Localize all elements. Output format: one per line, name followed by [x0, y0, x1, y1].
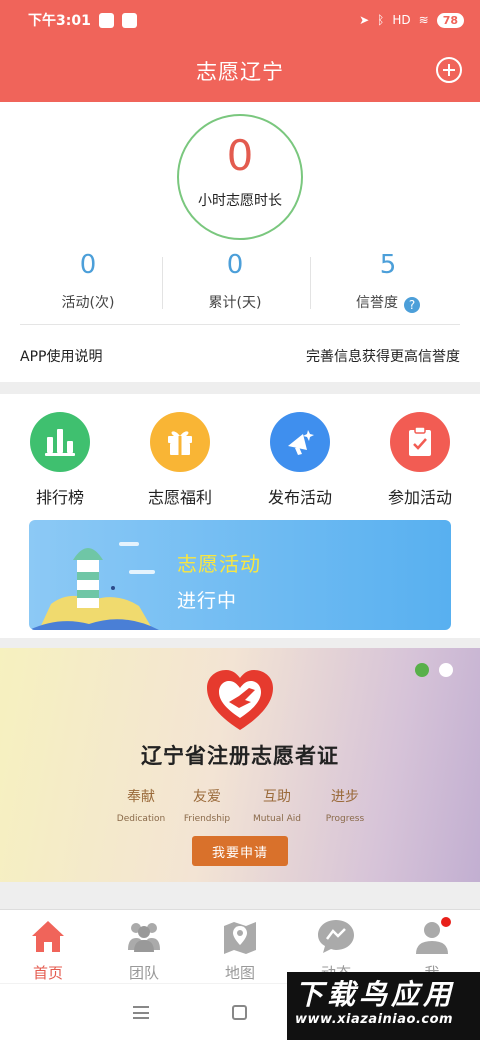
- volunteer-hours-label: 小时志愿时长: [198, 193, 282, 209]
- stat-credibility[interactable]: 5 信誉度?: [313, 250, 463, 313]
- clipboard-check-icon: [390, 412, 450, 472]
- menu-item-ranking[interactable]: 排行榜: [5, 412, 115, 508]
- activity-banner-title: 志愿活动: [177, 552, 261, 576]
- menu-item-join[interactable]: 参加活动: [365, 412, 475, 508]
- help-icon[interactable]: ?: [404, 297, 420, 313]
- stat-divider: [310, 257, 311, 309]
- app-guide-link[interactable]: APP使用说明: [20, 346, 102, 366]
- home-nav-icon[interactable]: [232, 1005, 247, 1020]
- volunteer-heart-logo: [207, 670, 273, 730]
- certificate-banner[interactable]: 辽宁省注册志愿者证 奉献 Dedication 友爱 Friendship 互助…: [0, 648, 480, 882]
- user-icon: [412, 916, 452, 956]
- virtue-dedication: 奉献 Dedication: [103, 786, 179, 824]
- carousel-dot[interactable]: [439, 663, 453, 677]
- stat-credibility-label: 信誉度: [356, 295, 398, 311]
- lighthouse-illustration: [29, 542, 159, 630]
- watermark-text: 下载鸟应用: [295, 978, 456, 1011]
- tab-label: 团队: [128, 964, 159, 982]
- virtue-progress: 进步 Progress: [307, 786, 383, 824]
- page-title: 志愿辽宁: [196, 60, 284, 84]
- bar-chart-icon: [30, 412, 90, 472]
- location-icon: ➤: [359, 13, 370, 27]
- virtue-en: Dedication: [116, 814, 166, 824]
- virtue-zh: 进步: [331, 789, 359, 805]
- carousel-dot-active[interactable]: [415, 663, 429, 677]
- menu-label-publish: 发布活动: [267, 488, 332, 507]
- menu-label-ranking: 排行榜: [35, 488, 84, 507]
- stat-days-value: 0: [226, 250, 244, 280]
- menu-item-benefits[interactable]: 志愿福利: [125, 412, 235, 508]
- home-icon: [28, 916, 68, 956]
- stat-activities-label: 活动(次): [61, 295, 115, 311]
- volunteer-hours-circle[interactable]: 0 小时志愿时长: [177, 114, 303, 240]
- app-notification-icon: [98, 12, 114, 28]
- download-notification-icon: [121, 12, 137, 28]
- team-icon: [124, 916, 164, 956]
- status-right: ➤ ᛒ HD ≋ 78: [359, 12, 464, 28]
- stats-card: 0 小时志愿时长 0 活动(次) 0 累计(天) 5 信誉度? APP使用说明 …: [0, 102, 480, 382]
- watermark: 下载鸟应用 www.xiazainiao.com: [287, 972, 480, 1040]
- stat-activities-value: 0: [79, 250, 97, 280]
- gift-icon: [150, 412, 210, 472]
- watermark-url: www.xiazainiao.com: [295, 1012, 454, 1027]
- menu-icon[interactable]: [133, 1006, 149, 1019]
- megaphone-icon: [270, 412, 330, 472]
- certificate-title: 辽宁省注册志愿者证: [141, 744, 339, 768]
- battery-indicator: 78: [436, 12, 464, 28]
- tab-label: 地图: [224, 964, 255, 982]
- volunteer-hours-value: 0: [226, 131, 254, 180]
- divider: [20, 324, 460, 325]
- stat-days-label: 累计(天): [208, 295, 262, 311]
- menu-item-publish[interactable]: 发布活动: [245, 412, 355, 508]
- bluetooth-icon: ᛒ: [377, 13, 385, 27]
- stat-days[interactable]: 0 累计(天): [160, 250, 310, 312]
- stat-activities[interactable]: 0 活动(次): [13, 250, 163, 312]
- menu-label-join: 参加活动: [387, 488, 452, 507]
- map-icon: [220, 916, 260, 956]
- menu-card: 排行榜 志愿福利 发布活动 参加活动 志愿活动 进行中: [0, 394, 480, 638]
- tab-label: 首页: [32, 964, 63, 982]
- tab-home[interactable]: 首页: [0, 916, 96, 983]
- virtue-zh: 互助: [263, 789, 291, 805]
- signal-icon: HD: [392, 13, 411, 27]
- activity-banner-status: 进行中: [177, 590, 238, 612]
- status-time: 下午3:01: [28, 13, 91, 29]
- app-header: 志愿辽宁: [0, 40, 480, 102]
- status-bar: 下午3:01 ➤ ᛒ HD ≋ 78: [0, 0, 480, 40]
- virtue-en: Friendship: [183, 814, 231, 824]
- virtue-zh: 友爱: [193, 789, 221, 805]
- improve-info-link[interactable]: 完善信息获得更高信誉度: [306, 346, 460, 366]
- apply-button[interactable]: 我要申请: [192, 836, 288, 866]
- menu-label-benefits: 志愿福利: [147, 488, 212, 507]
- tab-map[interactable]: 地图: [192, 916, 288, 983]
- wifi-icon: ≋: [418, 13, 429, 27]
- activity-banner[interactable]: 志愿活动 进行中: [29, 520, 451, 630]
- chat-icon: [316, 916, 356, 956]
- virtue-en: Mutual Aid: [253, 814, 301, 824]
- virtue-zh: 奉献: [127, 789, 155, 805]
- add-button[interactable]: [436, 57, 462, 83]
- tab-team[interactable]: 团队: [96, 916, 192, 983]
- virtue-mutual-aid: 互助 Mutual Aid: [239, 786, 315, 824]
- stat-credibility-value: 5: [379, 250, 397, 280]
- virtue-friendship: 友爱 Friendship: [169, 786, 245, 824]
- stat-credibility-label-wrap: 信誉度?: [313, 292, 463, 313]
- virtue-en: Progress: [325, 814, 365, 824]
